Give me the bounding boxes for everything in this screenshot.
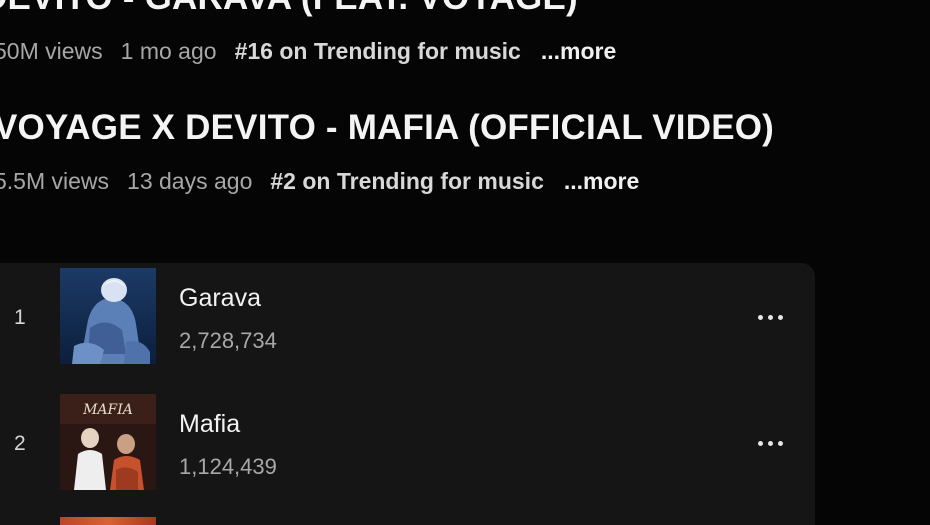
track-play-count: 1,124,439 [179, 454, 277, 479]
more-options-icon[interactable] [748, 428, 792, 458]
more-options-icon[interactable] [748, 302, 792, 332]
video-age: 13 days ago [127, 168, 253, 194]
garava-album-cover [60, 268, 156, 364]
track-name: Garava [179, 284, 261, 312]
video-meta-mafia: 5.5M views 13 days ago #2 on Trending fo… [0, 168, 657, 195]
track-row-garava[interactable]: 1 Garava 2,728,734 [0, 268, 815, 368]
video-age: 1 mo ago [120, 38, 217, 64]
track-row-mafia[interactable]: 2 MAFIA Mafia 1,124,439 [0, 394, 815, 494]
mafia-cover-text: MAFIA [82, 402, 133, 418]
more-link[interactable]: ...more [541, 38, 616, 65]
third-album-cover-peek [60, 517, 156, 525]
track-name: Mafia [179, 410, 241, 438]
mafia-album-cover: MAFIA [60, 394, 156, 490]
screen: DEVITO - GARAVA (FEAT. VOYAGE) 50M views… [0, 0, 930, 525]
trending-badge: #2 on Trending for music [270, 168, 544, 194]
video-views: 50M views [0, 38, 103, 64]
video-title-garava[interactable]: DEVITO - GARAVA (FEAT. VOYAGE) [0, 0, 578, 18]
trending-badge: #16 on Trending for music [234, 38, 521, 64]
video-title-mafia[interactable]: VOYAGE X DEVITO - MAFIA (OFFICIAL VIDEO) [0, 108, 774, 148]
track-play-count: 2,728,734 [179, 328, 277, 353]
more-link[interactable]: ...more [564, 168, 639, 195]
track-rank: 1 [14, 306, 26, 329]
video-meta-garava: 50M views 1 mo ago #16 on Trending for m… [0, 38, 634, 65]
track-rank: 2 [14, 432, 26, 455]
video-views: 5.5M views [0, 168, 110, 194]
